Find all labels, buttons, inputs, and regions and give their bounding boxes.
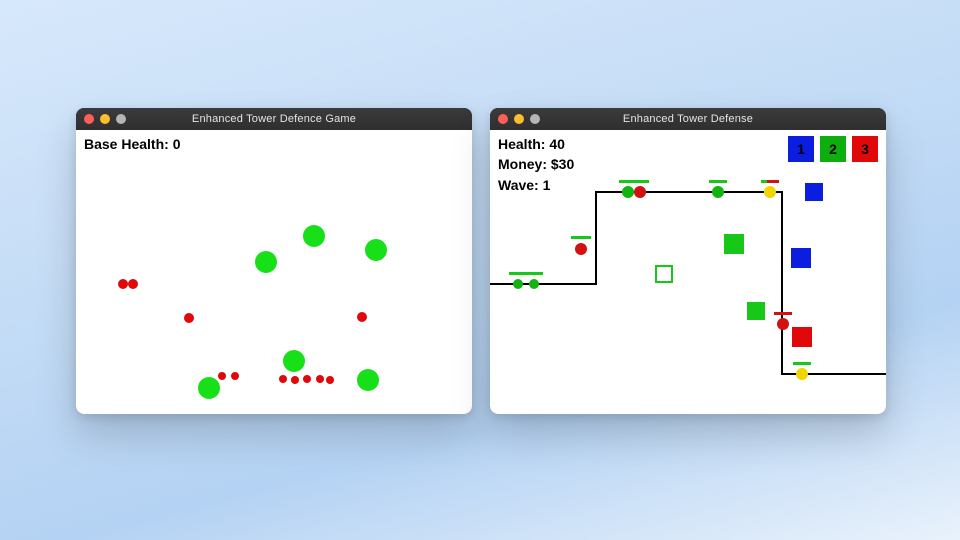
window-title: Enhanced Tower Defense	[490, 113, 886, 125]
tower[interactable]	[747, 302, 765, 320]
hp-bar	[774, 312, 792, 315]
enemy-small	[218, 372, 226, 380]
creep	[796, 368, 808, 380]
close-icon[interactable]	[84, 114, 94, 124]
enemy-large	[255, 251, 277, 273]
creep	[777, 318, 789, 330]
enemy-large	[198, 377, 220, 399]
creep	[575, 243, 587, 255]
creep	[513, 279, 523, 289]
enemy-small	[357, 312, 367, 322]
health-label: Health:	[498, 136, 545, 152]
enemy-large	[303, 225, 325, 247]
palette-slot-1[interactable]: 1	[788, 136, 814, 162]
minimize-icon[interactable]	[514, 114, 524, 124]
window-tower-defense[interactable]: Enhanced Tower Defense Health: 40 Money:…	[490, 108, 886, 414]
creep	[764, 186, 776, 198]
enemy-large	[283, 350, 305, 372]
money-label: Money:	[498, 156, 547, 172]
base-health-value: 0	[173, 136, 181, 152]
enemy-small	[279, 375, 287, 383]
enemy-small	[128, 279, 138, 289]
hp-bar	[793, 362, 811, 365]
zoom-icon[interactable]	[530, 114, 540, 124]
money-value: $30	[551, 156, 574, 172]
base-health-label: Base Health:	[84, 136, 169, 152]
enemy-small	[231, 372, 239, 380]
zoom-icon[interactable]	[116, 114, 126, 124]
traffic-lights	[76, 114, 126, 124]
game-canvas-left[interactable]: Base Health: 0	[76, 130, 472, 414]
tower[interactable]	[791, 248, 811, 268]
palette-slot-3[interactable]: 3	[852, 136, 878, 162]
creep	[712, 186, 724, 198]
window-titlebar[interactable]: Enhanced Tower Defense	[490, 108, 886, 130]
enemy-small	[316, 375, 324, 383]
traffic-lights	[490, 114, 540, 124]
minimize-icon[interactable]	[100, 114, 110, 124]
enemy-small	[184, 313, 194, 323]
tower-palette: 123	[788, 136, 878, 162]
hp-bar	[709, 180, 727, 183]
enemy-small	[118, 279, 128, 289]
wave-label: Wave:	[498, 177, 539, 193]
health-value: 40	[549, 136, 565, 152]
enemy-small	[291, 376, 299, 384]
hp-bar-partial	[761, 180, 767, 183]
hp-bar	[571, 236, 591, 239]
enemy-small	[326, 376, 334, 384]
palette-slot-2[interactable]: 2	[820, 136, 846, 162]
hp-bar	[631, 180, 649, 183]
creep	[634, 186, 646, 198]
close-icon[interactable]	[498, 114, 508, 124]
window-title: Enhanced Tower Defence Game	[76, 113, 472, 125]
enemy-large	[365, 239, 387, 261]
window-titlebar[interactable]: Enhanced Tower Defence Game	[76, 108, 472, 130]
creep	[529, 279, 539, 289]
wave-value: 1	[543, 177, 551, 193]
tower[interactable]	[805, 183, 823, 201]
hud-right: Health: 40 Money: $30 Wave: 1	[498, 134, 574, 195]
tower[interactable]	[792, 327, 812, 347]
hud-left: Base Health: 0	[84, 134, 181, 154]
enemy-small	[303, 375, 311, 383]
hp-bar	[525, 272, 543, 275]
enemy-large	[357, 369, 379, 391]
window-tower-defence-game[interactable]: Enhanced Tower Defence Game Base Health:…	[76, 108, 472, 414]
game-canvas-right[interactable]: Health: 40 Money: $30 Wave: 1 123	[490, 130, 886, 414]
tower[interactable]	[724, 234, 744, 254]
selection-cursor	[655, 265, 673, 283]
creep	[622, 186, 634, 198]
